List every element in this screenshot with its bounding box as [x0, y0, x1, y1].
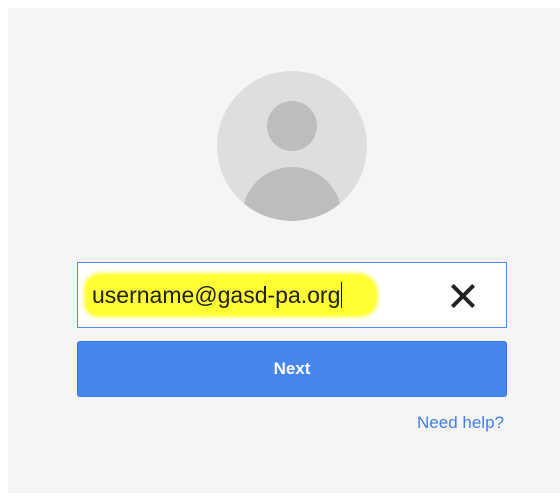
avatar-shoulders [242, 167, 342, 221]
next-button-label: Next [273, 359, 311, 378]
email-field[interactable]: username@gasd-pa.org [77, 262, 507, 328]
email-value: username@gasd-pa.org [92, 282, 341, 308]
avatar-head [267, 101, 317, 151]
email-field-text[interactable]: username@gasd-pa.org [92, 281, 343, 309]
login-card: username@gasd-pa.org Next Need help? [8, 8, 560, 493]
clear-input-close-icon[interactable] [448, 281, 478, 311]
next-button[interactable]: Next [77, 341, 507, 397]
need-help-link[interactable]: Need help? [417, 413, 504, 433]
user-avatar-icon [217, 71, 367, 221]
text-caret [341, 282, 343, 308]
